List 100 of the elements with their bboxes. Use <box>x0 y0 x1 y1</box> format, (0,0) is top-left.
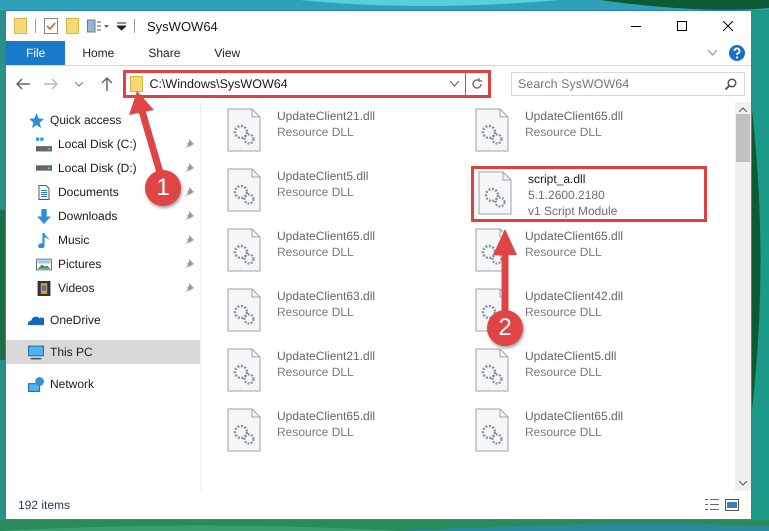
file-gear-icon <box>475 408 509 452</box>
address-bar[interactable]: C:\Windows\SysWOW64 <box>123 70 492 98</box>
file-name[interactable]: UpdateClient21.dll <box>277 348 376 364</box>
sidebar-item[interactable]: Music <box>6 228 90 252</box>
scroll-down-icon[interactable] <box>739 481 747 486</box>
ribbon-tab[interactable]: Share <box>131 41 198 65</box>
file-detail: Resource DLL <box>277 184 355 200</box>
sidebar-label: Local Disk (D:) <box>58 161 137 175</box>
document-icon <box>36 184 52 200</box>
maximize-icon[interactable] <box>677 21 687 31</box>
tiles-view-icon[interactable] <box>725 499 739 511</box>
address-path: C:\Windows\SysWOW64 <box>149 77 289 91</box>
help-icon[interactable] <box>729 45 745 61</box>
search-field[interactable]: Search SysWOW64 <box>511 72 746 96</box>
up-arrow-icon[interactable] <box>100 77 112 91</box>
sidebar-item[interactable]: Videos <box>6 276 94 300</box>
file-name[interactable]: script_a.dll <box>528 171 618 187</box>
sidebar-label: Downloads <box>58 209 118 223</box>
file-gear-icon <box>227 348 261 392</box>
details-view-icon[interactable] <box>705 499 719 510</box>
scroll-up-icon[interactable] <box>739 107 747 112</box>
folder-icon <box>14 18 27 34</box>
properties-icon[interactable] <box>44 18 58 34</box>
sidebar-item[interactable]: Pictures <box>6 252 102 276</box>
pin-icon[interactable] <box>184 259 194 269</box>
picture-icon <box>36 256 52 272</box>
download-arrow-icon <box>36 208 52 224</box>
folder-icon <box>130 76 144 92</box>
file-detail: Resource DLL <box>277 364 355 380</box>
pin-icon[interactable] <box>184 163 194 173</box>
back-icon[interactable] <box>16 78 30 90</box>
pin-icon[interactable] <box>184 139 194 149</box>
file-gear-icon <box>475 108 509 152</box>
sidebar-label: Pictures <box>58 257 102 271</box>
window-title: SysWOW64 <box>147 18 218 34</box>
file-gear-icon <box>227 108 261 152</box>
sidebar-label: Videos <box>58 281 94 295</box>
dropdown-caret-icon[interactable] <box>450 81 460 87</box>
file-gear-icon <box>227 288 261 332</box>
star-icon <box>28 112 44 128</box>
customize-caret-icon[interactable] <box>117 22 126 30</box>
sidebar-item[interactable]: Quick access <box>6 108 200 132</box>
file-detail: Resource DLL <box>525 424 603 440</box>
network-icon <box>28 376 44 392</box>
view-menu-icon[interactable] <box>87 19 109 33</box>
file-name[interactable]: UpdateClient63.dll <box>277 288 376 304</box>
sidebar-item[interactable]: Network <box>6 372 200 396</box>
drive-icon <box>36 165 52 171</box>
ribbon-tab[interactable]: View <box>197 41 258 65</box>
pin-icon[interactable] <box>184 187 194 197</box>
file-detail: Resource DLL <box>525 364 603 380</box>
pin-icon[interactable] <box>184 211 194 221</box>
expand-ribbon-icon[interactable] <box>708 50 717 56</box>
file-gear-icon <box>475 348 509 392</box>
step-badge: 2 <box>487 310 523 346</box>
close-icon[interactable] <box>723 21 733 31</box>
file-name[interactable]: UpdateClient65.dll <box>277 228 376 244</box>
pin-icon[interactable] <box>184 235 194 245</box>
new-folder-icon <box>66 18 79 34</box>
file-name[interactable]: UpdateClient42.dll <box>525 288 624 304</box>
sidebar-item[interactable]: Documents <box>6 180 119 204</box>
scrollbar[interactable] <box>735 102 751 491</box>
ribbon-tab[interactable]: Home <box>65 41 132 65</box>
sidebar-label: Quick access <box>50 113 122 127</box>
file-gear-icon <box>227 228 261 272</box>
ribbon-tab[interactable]: File <box>6 41 66 65</box>
file-name[interactable]: UpdateClient65.dll <box>277 408 376 424</box>
sidebar-label: This PC <box>50 345 93 359</box>
sidebar-label: Music <box>58 233 90 247</box>
monitor-icon <box>28 344 44 360</box>
file-name[interactable]: UpdateClient21.dll <box>277 108 376 124</box>
file-detail: Resource DLL <box>525 304 603 320</box>
file-gear-icon <box>478 171 512 215</box>
film-icon <box>36 280 52 296</box>
pin-icon[interactable] <box>184 283 194 293</box>
file-gear-icon <box>227 168 261 212</box>
refresh-icon[interactable] <box>471 78 484 90</box>
file-name[interactable]: UpdateClient65.dll <box>525 228 624 244</box>
file-gear-icon <box>227 408 261 452</box>
sidebar-label: Network <box>50 377 94 391</box>
file-detail: Resource DLL <box>525 124 603 140</box>
chevron-down-icon[interactable] <box>74 82 83 86</box>
scroll-thumb[interactable] <box>736 114 750 162</box>
item-count: 192 items <box>18 498 70 512</box>
sidebar-label: Documents <box>58 185 119 199</box>
sidebar-label: Local Disk (C:) <box>58 137 137 151</box>
file-detail: Resource DLL <box>277 304 355 320</box>
sidebar-item[interactable]: OneDrive <box>6 308 200 332</box>
sidebar-item[interactable]: This PC <box>6 340 200 364</box>
file-detail: v1 Script Module <box>528 203 618 219</box>
sidebar-label: OneDrive <box>50 313 101 327</box>
sidebar-item[interactable]: Local Disk (D:) <box>6 156 137 180</box>
file-name[interactable]: UpdateClient65.dll <box>525 408 624 424</box>
sidebar-item[interactable]: Downloads <box>6 204 118 228</box>
search-icon[interactable] <box>725 78 738 90</box>
sidebar-item[interactable]: Local Disk (C:) <box>6 132 137 156</box>
file-detail: 5.1.2600.2180 <box>528 187 606 203</box>
file-name[interactable]: UpdateClient5.dll <box>277 168 368 184</box>
file-name[interactable]: UpdateClient65.dll <box>525 108 624 124</box>
file-name[interactable]: UpdateClient5.dll <box>525 348 616 364</box>
